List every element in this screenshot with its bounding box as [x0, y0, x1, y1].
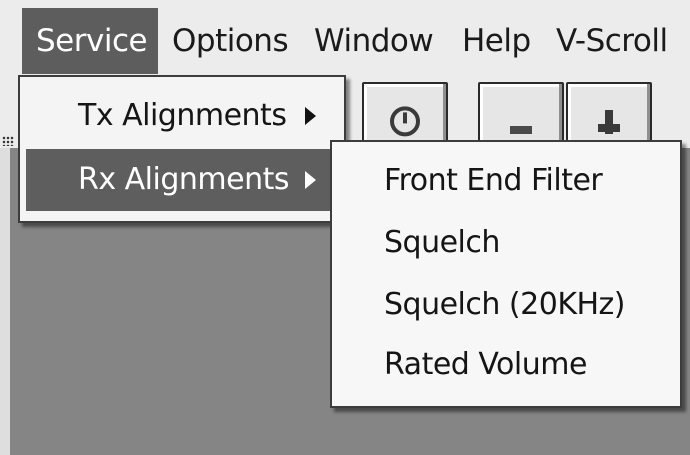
menu-bar: Service Options Window Help V-Scroll	[0, 0, 690, 78]
alarm-icon	[388, 104, 422, 143]
submenu-item-squelch[interactable]: Squelch	[384, 218, 500, 268]
menu-window[interactable]: Window	[300, 8, 447, 74]
submenu-arrow-icon	[305, 107, 316, 125]
service-menu-dropdown: Tx Alignments Rx Alignments	[18, 75, 346, 223]
workspace-edge	[0, 148, 10, 455]
menu-item-tx-alignments[interactable]: Tx Alignments	[26, 85, 338, 147]
app-window: Service Options Window Help V-Scroll Tx …	[0, 0, 690, 455]
rx-alignments-submenu: Front End Filter Squelch Squelch (20KHz)…	[330, 140, 682, 408]
submenu-item-rated-volume[interactable]: Rated Volume	[384, 340, 587, 390]
toolbar-grip[interactable]	[2, 136, 14, 146]
submenu-item-front-end-filter[interactable]: Front End Filter	[384, 156, 603, 206]
menu-item-label: Rx Alignments	[78, 162, 289, 197]
menu-options[interactable]: Options	[158, 8, 302, 74]
menu-service[interactable]: Service	[22, 8, 158, 74]
menu-item-label: Tx Alignments	[78, 98, 287, 133]
minus-icon	[506, 106, 536, 141]
submenu-item-squelch-20khz[interactable]: Squelch (20KHz)	[384, 280, 626, 330]
menu-item-rx-alignments[interactable]: Rx Alignments	[26, 149, 338, 211]
plus-icon	[594, 106, 624, 141]
menu-v-scroll[interactable]: V-Scroll	[542, 8, 682, 74]
menu-help[interactable]: Help	[448, 8, 545, 74]
submenu-arrow-icon	[305, 171, 316, 189]
